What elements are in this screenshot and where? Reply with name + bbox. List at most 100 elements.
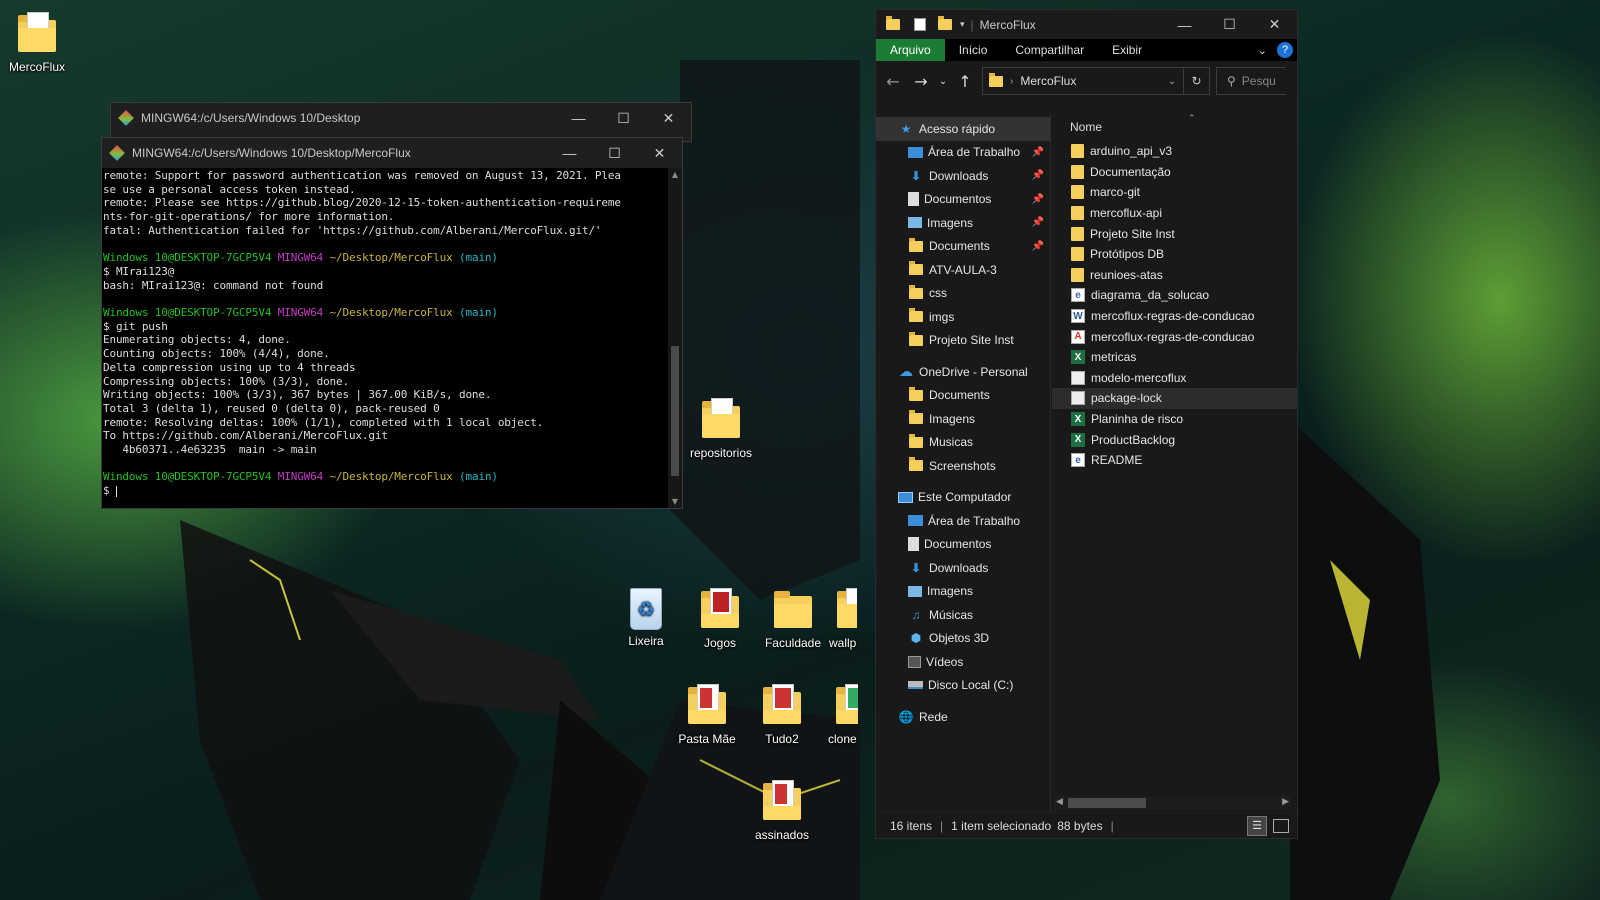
file-row[interactable]: arduino_api_v3 <box>1052 141 1297 162</box>
properties-icon[interactable] <box>914 18 926 31</box>
nav-pc-imagens[interactable]: Imagens <box>876 580 1050 604</box>
file-row[interactable]: X ProductBacklog <box>1052 429 1297 450</box>
nav-quick-access[interactable]: ★ Acesso rápido <box>876 117 1050 141</box>
scroll-right-arrow-icon[interactable]: ▶ <box>1282 796 1289 807</box>
nav-pc-local-disk[interactable]: Disco Local (C:) <box>876 674 1050 698</box>
nav-pc-downloads[interactable]: ⬇ Downloads <box>876 556 1050 580</box>
minimize-button[interactable]: — <box>1162 10 1207 40</box>
nav-quick-atv-aula-3[interactable]: ATV-AULA-3 <box>876 258 1050 282</box>
nav-quick-downloads[interactable]: ⬇ Downloads 📌 <box>876 164 1050 188</box>
minimize-button[interactable]: — <box>556 103 601 133</box>
file-row[interactable]: Wmercoflux-regras-de-conducao <box>1052 306 1297 327</box>
maximize-button[interactable]: ☐ <box>601 103 646 133</box>
file-row[interactable]: Documentação <box>1052 162 1297 183</box>
nav-quick-documents[interactable]: Documents 📌 <box>876 235 1050 259</box>
desktop-icon-wallp[interactable]: wallp <box>821 588 857 650</box>
file-row[interactable]: mercoflux-api <box>1052 203 1297 224</box>
desktop-icon-assinados[interactable]: assinados <box>744 780 820 842</box>
desktop-icon-lixeira[interactable]: ♻ Lixeira <box>608 588 684 648</box>
nav-pc-videos[interactable]: Vídeos <box>876 650 1050 674</box>
details-view-icon[interactable]: ☰ <box>1247 815 1267 836</box>
nav-onedrive-musicas[interactable]: Musicas <box>876 431 1050 455</box>
quick-access-dropdown-icon[interactable]: ▾ <box>960 19 965 30</box>
column-header-name[interactable]: Nome ⌃ <box>1052 113 1297 141</box>
file-row[interactable]: Amercoflux-regras-de-conducao <box>1052 326 1297 347</box>
address-dropdown-icon[interactable]: ⌄ <box>1161 76 1183 87</box>
minimize-button[interactable]: — <box>547 138 592 168</box>
pin-icon[interactable]: 📌 <box>1032 241 1044 252</box>
nav-pc-musicas[interactable]: ♫ Músicas <box>876 603 1050 627</box>
tab-compartilhar[interactable]: Compartilhar <box>1001 39 1098 61</box>
file-row[interactable]: X Planinha de risco <box>1052 409 1297 430</box>
scrollbar-thumb[interactable] <box>671 346 679 476</box>
nav-onedrive-screenshots[interactable]: Screenshots <box>876 454 1050 478</box>
file-row[interactable]: modelo-mercoflux <box>1052 368 1297 389</box>
close-button[interactable]: ✕ <box>1252 10 1297 40</box>
nav-quick-desktop[interactable]: Área de Trabalho 📌 <box>876 141 1050 165</box>
title-bar[interactable]: MINGW64:/c/Users/Windows 10/Desktop — ☐ … <box>111 103 691 133</box>
scroll-down-arrow-icon[interactable]: ▼ <box>668 497 682 506</box>
desktop-icon-repositorios[interactable]: repositorios <box>683 398 759 460</box>
nav-pc-documentos[interactable]: Documentos <box>876 533 1050 557</box>
search-input[interactable]: ⚲ Pesqu <box>1216 67 1286 95</box>
forward-arrow-icon[interactable]: → <box>910 72 932 91</box>
large-icons-view-icon[interactable] <box>1273 818 1289 833</box>
file-row[interactable]: marco-git <box>1052 182 1297 203</box>
desktop-icon-mercoflux[interactable]: MercoFlux <box>0 12 75 74</box>
desktop-icon-faculdade[interactable]: Faculdade <box>755 588 831 650</box>
breadcrumb[interactable]: MercoFlux <box>1020 74 1161 88</box>
file-explorer-window[interactable]: ▾ | MercoFlux — ☐ ✕ Arquivo Início Compa… <box>875 9 1298 839</box>
recent-locations-dropdown-icon[interactable]: ⌄ <box>938 76 948 87</box>
file-row[interactable]: Xmetricas <box>1052 347 1297 368</box>
pin-icon[interactable]: 📌 <box>1032 170 1044 181</box>
desktop-icon-jogos[interactable]: Jogos <box>682 588 758 650</box>
scroll-left-arrow-icon[interactable]: ◀ <box>1056 796 1063 807</box>
close-button[interactable]: ✕ <box>637 138 682 168</box>
command-line[interactable]: $ <box>103 484 668 498</box>
maximize-button[interactable]: ☐ <box>592 138 637 168</box>
address-bar[interactable]: › MercoFlux ⌄ ↻ <box>982 67 1210 95</box>
file-row[interactable]: Projeto Site Inst <box>1052 223 1297 244</box>
file-row[interactable]: e diagrama_da_solucao <box>1052 285 1297 306</box>
nav-quick-imgs[interactable]: imgs <box>876 305 1050 329</box>
file-row[interactable]: package-lock <box>1052 388 1297 409</box>
tab-inicio[interactable]: Início <box>945 39 1002 61</box>
terminal-output[interactable]: remote: Support for password authenticat… <box>102 168 668 508</box>
nav-onedrive-documents[interactable]: Documents <box>876 384 1050 408</box>
title-bar[interactable]: MINGW64:/c/Users/Windows 10/Desktop/Merc… <box>102 138 682 168</box>
expand-ribbon-icon[interactable]: ⌄ <box>1258 44 1267 57</box>
tab-exibir[interactable]: Exibir <box>1098 39 1156 61</box>
back-arrow-icon[interactable]: ← <box>882 72 904 91</box>
pin-icon[interactable]: 📌 <box>1032 147 1044 158</box>
file-row[interactable]: e README <box>1052 450 1297 471</box>
nav-pc-objetos-3d[interactable]: ⬢ Objetos 3D <box>876 627 1050 651</box>
title-bar[interactable]: ▾ | MercoFlux — ☐ ✕ <box>876 10 1297 39</box>
nav-quick-projeto-site-inst[interactable]: Projeto Site Inst <box>876 329 1050 353</box>
tab-arquivo[interactable]: Arquivo <box>876 39 945 61</box>
desktop-icon-clone[interactable]: clone <box>820 684 858 746</box>
scroll-up-arrow-icon[interactable]: ▲ <box>668 170 682 179</box>
nav-this-pc[interactable]: Este Computador <box>876 486 1050 510</box>
vertical-scrollbar[interactable]: ▲ ▼ <box>668 168 682 508</box>
file-list[interactable]: Nome ⌃ arduino_api_v3 Documentação marco-g… <box>1052 113 1297 812</box>
navigation-pane[interactable]: ★ Acesso rápido Área de Trabalho 📌 ⬇ Downl… <box>876 113 1051 812</box>
pin-icon[interactable]: 📌 <box>1032 217 1044 228</box>
nav-pc-desktop[interactable]: Área de Trabalho <box>876 509 1050 533</box>
file-row[interactable]: Protótipos DB <box>1052 244 1297 265</box>
terminal-window-desktop[interactable]: MINGW64:/c/Users/Windows 10/Desktop — ☐ … <box>110 102 692 142</box>
desktop-icon-tudo2[interactable]: Tudo2 <box>744 684 820 746</box>
new-folder-icon[interactable] <box>938 16 952 30</box>
desktop-icon-pasta-mae[interactable]: Pasta Mãe <box>669 684 745 746</box>
nav-onedrive-imagens[interactable]: Imagens <box>876 407 1050 431</box>
refresh-icon[interactable]: ↻ <box>1183 68 1209 94</box>
up-arrow-icon[interactable]: ↑ <box>954 72 976 91</box>
pin-icon[interactable]: 📌 <box>1032 194 1044 205</box>
horizontal-scrollbar[interactable]: ◀ ▶ <box>1054 796 1291 810</box>
nav-network[interactable]: 🌐 Rede <box>876 705 1050 729</box>
nav-quick-css[interactable]: css <box>876 282 1050 306</box>
maximize-button[interactable]: ☐ <box>1207 10 1252 40</box>
terminal-window-mercoflux[interactable]: MINGW64:/c/Users/Windows 10/Desktop/Merc… <box>101 137 683 509</box>
nav-quick-imagens[interactable]: Imagens 📌 <box>876 211 1050 235</box>
file-row[interactable]: reunioes-atas <box>1052 265 1297 286</box>
scrollbar-thumb[interactable] <box>1068 798 1146 808</box>
